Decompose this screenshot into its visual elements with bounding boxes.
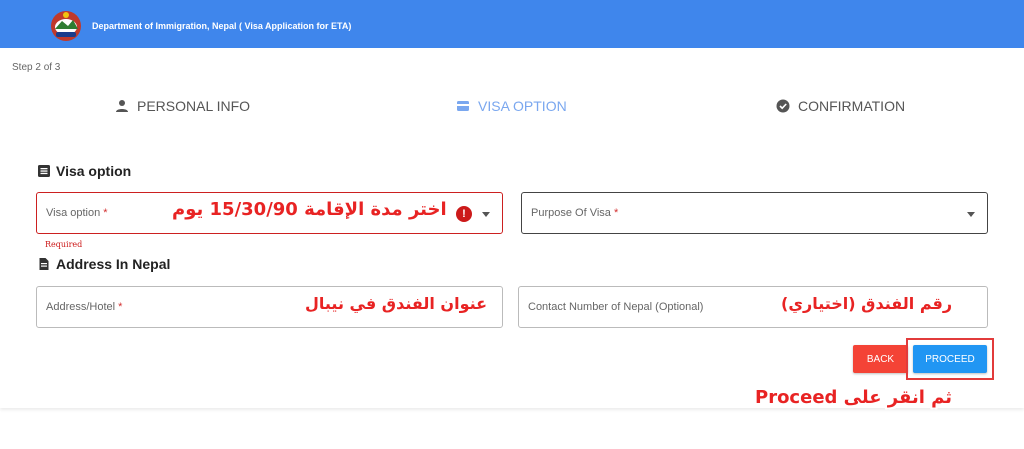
stepper-label: VISA OPTION [478, 98, 567, 114]
contact-number-label: Contact Number of Nepal (Optional) [528, 301, 704, 313]
card-icon [457, 101, 469, 111]
section-title-text: Address In Nepal [56, 256, 171, 272]
check-circle-icon [776, 99, 790, 113]
top-bar: Department of Immigration, Nepal ( Visa … [0, 0, 1024, 48]
stepper-visa-option[interactable]: VISA OPTION [456, 98, 567, 114]
annotation-contact: رقم الفندق (اختياري) [781, 294, 953, 313]
address-hotel-label: Address/Hotel * [46, 301, 123, 313]
app-title: Department of Immigration, Nepal ( Visa … [92, 21, 352, 31]
section-title-text: Visa option [56, 163, 132, 179]
annotation-address: عنوان الفندق في نيبال [305, 294, 488, 313]
chevron-down-icon [482, 212, 490, 217]
purpose-of-visa-label: Purpose Of Visa * [531, 207, 619, 219]
stepper-label: PERSONAL INFO [137, 98, 251, 114]
back-button[interactable]: BACK [853, 345, 908, 373]
stepper-personal-info[interactable]: PERSONAL INFO [115, 98, 250, 114]
person-icon [116, 100, 128, 112]
chevron-down-icon [967, 212, 975, 217]
visa-section-title: Visa option [38, 163, 131, 179]
required-error-text: Required [45, 240, 83, 249]
list-box-icon [38, 165, 50, 177]
proceed-highlight-box [906, 338, 994, 380]
error-icon: ! [456, 206, 472, 222]
address-section-title: Address In Nepal [38, 256, 170, 272]
purpose-of-visa-select[interactable]: Purpose Of Visa * [521, 192, 988, 234]
nepal-emblem-logo [51, 11, 81, 41]
step-indicator: Step 2 of 3 [12, 62, 61, 73]
stepper-confirmation[interactable]: CONFIRMATION [776, 98, 905, 114]
annotation-visa-duration: اختر مدة الإقامة 15/30/90 يوم [172, 199, 447, 220]
document-icon [39, 258, 49, 270]
stepper-label: CONFIRMATION [798, 98, 906, 114]
annotation-proceed: ثم انقر على Proceed [755, 387, 953, 408]
visa-option-label: Visa option * [46, 207, 108, 219]
